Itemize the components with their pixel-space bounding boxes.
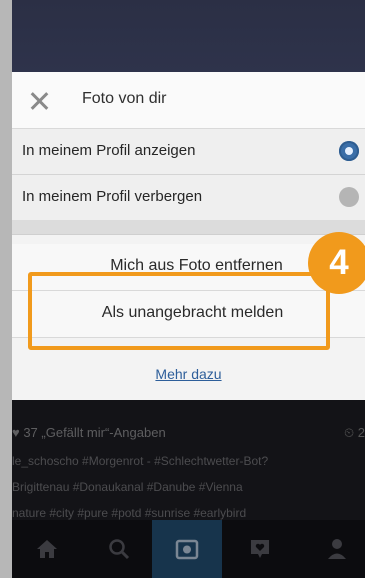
option-show-in-profile[interactable]: In meinem Profil anzeigen xyxy=(12,129,365,175)
option-hide-from-profile[interactable]: In meinem Profil verbergen xyxy=(12,175,365,221)
dimmed-app-header xyxy=(12,0,365,72)
close-icon[interactable] xyxy=(28,90,50,112)
radio-unselected-icon[interactable] xyxy=(339,187,359,207)
activity-icon[interactable] xyxy=(225,520,295,578)
home-icon[interactable] xyxy=(12,520,82,578)
annotation-highlight-frame xyxy=(28,272,330,350)
caption-line: le_schoscho #Morgenrot - #Schlechtwetter… xyxy=(12,454,269,468)
option-label: In meinem Profil verbergen xyxy=(22,188,203,205)
feed-post-background: ♥ 37 „Gefällt mir“-Angaben ⏲ 2 le_schosc… xyxy=(12,400,365,536)
caption-line: Brigittenau #Donaukanal #Danube #Vienna xyxy=(12,480,243,494)
caption-line: nature #city #pure #potd #sunrise #early… xyxy=(12,506,247,520)
post-time: ⏲ 2 xyxy=(344,425,365,440)
likes-count: ♥ 37 „Gefällt mir“-Angaben xyxy=(12,425,166,440)
section-divider xyxy=(12,220,365,235)
bottom-navigation xyxy=(12,520,365,578)
sheet-title: Foto von dir xyxy=(82,90,167,107)
camera-icon[interactable] xyxy=(152,520,222,578)
profile-icon[interactable] xyxy=(302,520,365,578)
annotation-step-badge: 4 xyxy=(308,232,365,294)
option-label: In meinem Profil anzeigen xyxy=(22,142,196,159)
sheet-header: Foto von dir xyxy=(12,72,365,129)
radio-selected-icon[interactable] xyxy=(339,141,359,161)
photo-options-sheet: Foto von dir In meinem Profil anzeigen I… xyxy=(12,72,365,400)
more-info-link[interactable]: Mehr dazu xyxy=(12,366,365,382)
search-icon[interactable] xyxy=(84,520,154,578)
